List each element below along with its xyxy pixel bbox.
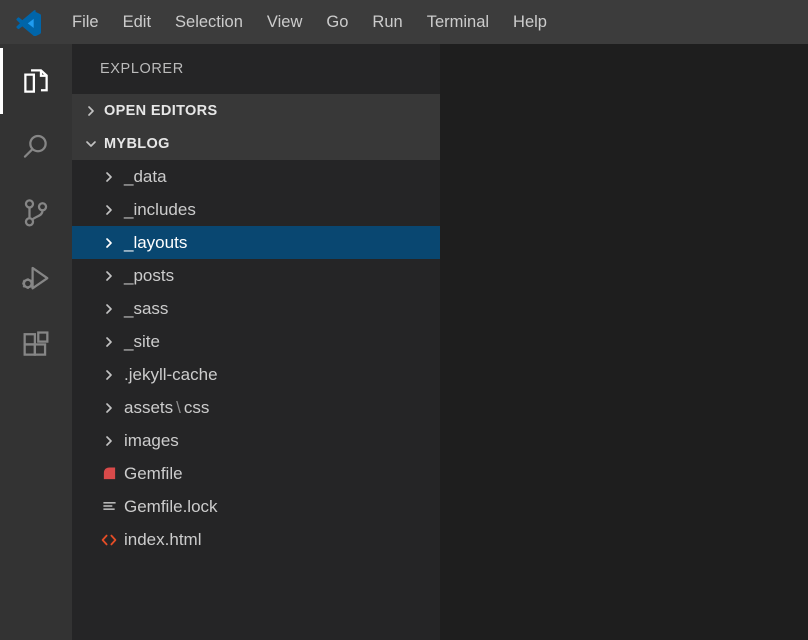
chevron-right-icon	[96, 335, 122, 349]
tree-item-gemfile[interactable]: Gemfile	[72, 457, 440, 490]
tree-item-label: _includes	[124, 199, 196, 219]
chevron-right-icon	[96, 302, 122, 316]
tree-item-label: _data	[124, 166, 167, 186]
tree-item-_layouts[interactable]: _layouts	[72, 226, 440, 259]
activity-item-run-and-debug[interactable]	[0, 246, 72, 312]
menu-file[interactable]: File	[60, 8, 111, 36]
menu-terminal[interactable]: Terminal	[415, 8, 501, 36]
tree-item-label: images	[124, 430, 179, 450]
tree-item-_includes[interactable]: _includes	[72, 193, 440, 226]
chevron-right-icon	[96, 269, 122, 283]
menu-edit[interactable]: Edit	[111, 8, 163, 36]
editor-area[interactable]	[440, 44, 808, 640]
extensions-blocks-icon	[19, 328, 53, 362]
chevron-right-icon	[96, 434, 122, 448]
tree-item-label: Gemfile	[124, 463, 183, 483]
menu-run[interactable]: Run	[360, 8, 414, 36]
tree-item-_site[interactable]: _site	[72, 325, 440, 358]
tree-item-index-html[interactable]: index.html	[72, 523, 440, 556]
tree-item-_posts[interactable]: _posts	[72, 259, 440, 292]
chevron-right-icon	[96, 203, 122, 217]
menu-view[interactable]: View	[255, 8, 314, 36]
activity-item-extensions[interactable]	[0, 312, 72, 378]
menu-selection[interactable]: Selection	[163, 8, 255, 36]
ruby-gem-icon	[96, 466, 122, 481]
activity-item-explorer[interactable]	[0, 48, 72, 114]
chevron-down-icon	[78, 137, 104, 151]
vscode-window: File Edit Selection View Go Run Terminal…	[0, 0, 808, 640]
tree-item-assets-css[interactable]: assets \ css	[72, 391, 440, 424]
section-open-editors-label: OPEN EDITORS	[104, 102, 218, 119]
vscode-logo-icon	[12, 7, 46, 37]
activity-bar	[0, 44, 72, 640]
file-tree: _data _includes _layouts _posts _sass _s…	[72, 160, 440, 640]
chevron-right-icon	[78, 104, 104, 118]
search-icon	[19, 130, 53, 164]
menu-go[interactable]: Go	[314, 8, 360, 36]
menu-bar: File Edit Selection View Go Run Terminal…	[60, 8, 559, 36]
tree-item-label: index.html	[124, 529, 202, 549]
chevron-right-icon	[96, 170, 122, 184]
path-separator: \	[176, 397, 181, 417]
tree-item-_sass[interactable]: _sass	[72, 292, 440, 325]
html-code-icon	[96, 532, 122, 548]
tree-item-label: Gemfile.lock	[124, 496, 218, 516]
activity-item-search[interactable]	[0, 114, 72, 180]
workbench-body: EXPLORER OPEN EDITORS MYBLOG _data _incl…	[0, 44, 808, 640]
section-open-editors[interactable]: OPEN EDITORS	[72, 94, 440, 127]
files-icon	[19, 64, 53, 98]
chevron-right-icon	[96, 401, 122, 415]
source-control-branch-icon	[19, 196, 53, 230]
chevron-right-icon	[96, 368, 122, 382]
tree-item-label: _posts	[124, 265, 175, 285]
tree-item-label: _layouts	[124, 232, 188, 252]
tree-item-label: .jekyll-cache	[124, 364, 218, 384]
tree-item-label: _sass	[124, 298, 169, 318]
activity-item-source-control[interactable]	[0, 180, 72, 246]
title-bar: File Edit Selection View Go Run Terminal…	[0, 0, 808, 44]
tree-item-images[interactable]: images	[72, 424, 440, 457]
tree-item-gemfile-lock[interactable]: Gemfile.lock	[72, 490, 440, 523]
lines-list-icon	[96, 499, 122, 514]
explorer-sidebar: EXPLORER OPEN EDITORS MYBLOG _data _incl…	[72, 44, 440, 640]
menu-help[interactable]: Help	[501, 8, 559, 36]
run-debug-play-bug-icon	[19, 262, 53, 296]
section-myblog[interactable]: MYBLOG	[72, 127, 440, 160]
tree-item-jekyll-cache[interactable]: .jekyll-cache	[72, 358, 440, 391]
sidebar-title: EXPLORER	[100, 61, 184, 77]
tree-item-label-child: css	[183, 397, 210, 417]
section-myblog-label: MYBLOG	[104, 135, 170, 152]
tree-item-_data[interactable]: _data	[72, 160, 440, 193]
tree-item-label: _site	[124, 331, 160, 351]
chevron-right-icon	[96, 236, 122, 250]
tree-item-label: assets	[124, 397, 174, 417]
